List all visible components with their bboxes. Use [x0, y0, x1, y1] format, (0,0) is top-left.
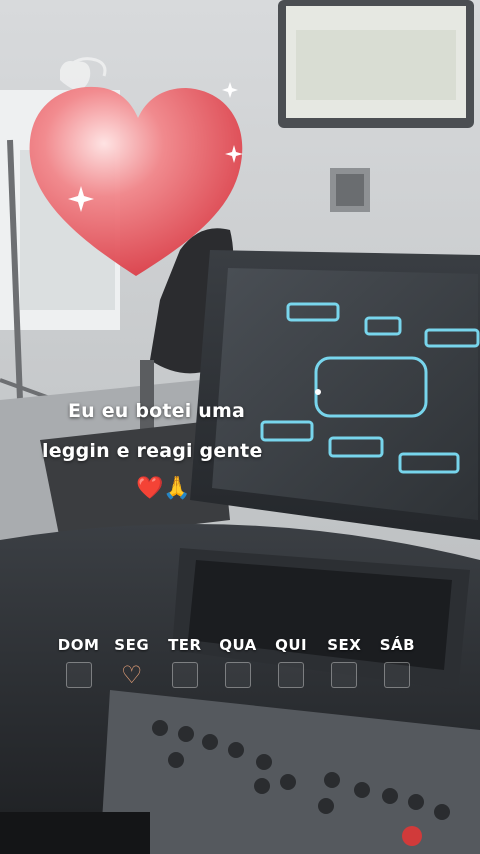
- day-qui: QUI: [265, 636, 318, 688]
- day-label: QUA: [219, 636, 257, 654]
- day-checkbox: [224, 662, 251, 688]
- day-label: TER: [168, 636, 202, 654]
- day-sex: SEX: [318, 636, 371, 688]
- day-label: SEG: [114, 636, 150, 654]
- caption-line-2: leggin e reagi gente: [42, 440, 263, 462]
- day-checkbox: [384, 662, 411, 688]
- day-ter: TER: [158, 636, 211, 688]
- week-tracker: DOM SEG ♡ TER QUA QUI SEX SÁB: [52, 636, 424, 688]
- day-label: SÁB: [379, 636, 416, 654]
- day-checkbox: [331, 662, 358, 688]
- day-label: QUI: [275, 636, 308, 654]
- day-label: SEX: [327, 636, 362, 654]
- day-dom: DOM: [52, 636, 105, 688]
- day-checkbox: [171, 662, 198, 688]
- caption-emojis: ❤️🙏: [136, 476, 191, 501]
- day-seg: SEG ♡: [105, 636, 158, 688]
- day-qua: QUA: [211, 636, 264, 688]
- day-checkbox: [65, 662, 92, 688]
- day-checkbox-checked: ♡: [119, 662, 145, 688]
- heart-icon: [29, 57, 321, 395]
- day-sáb: SÁB: [371, 636, 424, 688]
- day-checkbox: [278, 662, 305, 688]
- caption-line-1: Eu eu botei uma: [68, 400, 246, 422]
- day-label: DOM: [57, 636, 100, 654]
- story-frame: Eu eu botei uma leggin e reagi gente ❤️🙏…: [0, 0, 480, 854]
- heart-outline-icon: ♡: [120, 661, 143, 689]
